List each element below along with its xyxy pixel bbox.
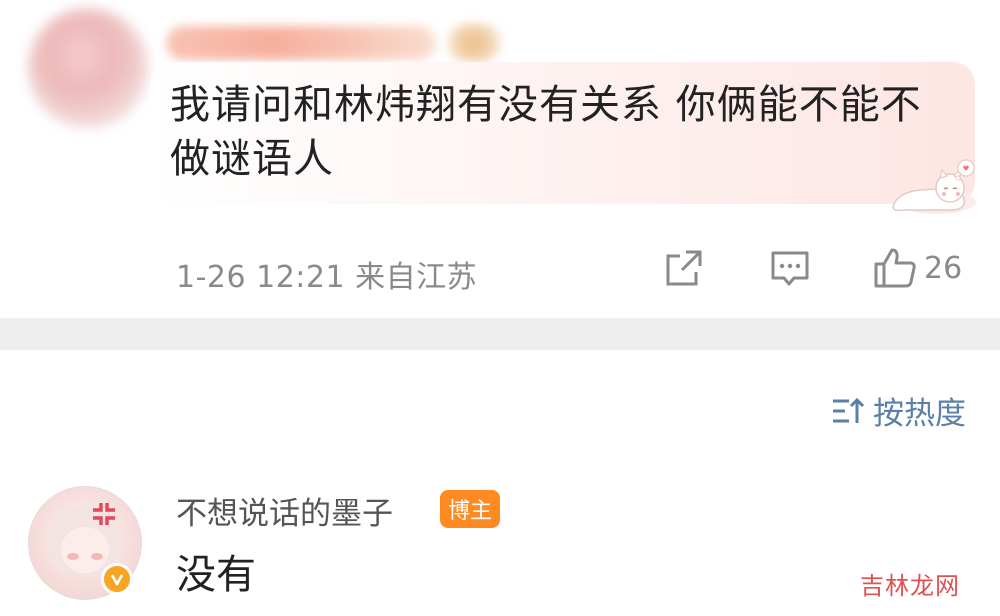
like-count: 26 (924, 250, 963, 286)
avatar-face (61, 527, 109, 573)
comment-text: 我请问和林炜翔有没有关系 你俩能不能不做谜语人 (170, 82, 922, 182)
avatar-blush-right (91, 553, 103, 560)
section-divider (0, 318, 1000, 350)
reply-text: 没有 (176, 552, 256, 598)
sort-by-heat-button[interactable]: 按热度 (831, 388, 966, 433)
sort-icon (833, 397, 865, 423)
watermark: 吉林龙网 (860, 572, 960, 600)
cat-sticker-icon (892, 159, 976, 214)
blurred-badge (448, 24, 500, 62)
comment-meta: 1-26 12:21 来自江苏 (176, 260, 478, 295)
share-external-icon (666, 250, 702, 286)
share-button[interactable] (662, 246, 706, 290)
thumbs-up-icon (874, 248, 916, 288)
verified-badge-icon (101, 563, 133, 595)
blurred-avatar[interactable] (28, 8, 148, 128)
reply-username[interactable]: 不想说话的墨子 (176, 488, 393, 533)
like-button[interactable]: 26 (872, 246, 972, 290)
blogger-tag: 博主 (440, 490, 501, 528)
blurred-username[interactable] (166, 26, 436, 60)
anger-mark-icon (93, 503, 115, 525)
reply-button[interactable] (768, 246, 812, 290)
top-comment: 我请问和林炜翔有没有关系 你俩能不能不做谜语人 1-26 12:21 来自江苏 (0, 0, 1000, 318)
comment-icon (771, 251, 809, 286)
avatar-blush-left (67, 553, 79, 560)
sort-label: 按热度 (873, 396, 966, 432)
